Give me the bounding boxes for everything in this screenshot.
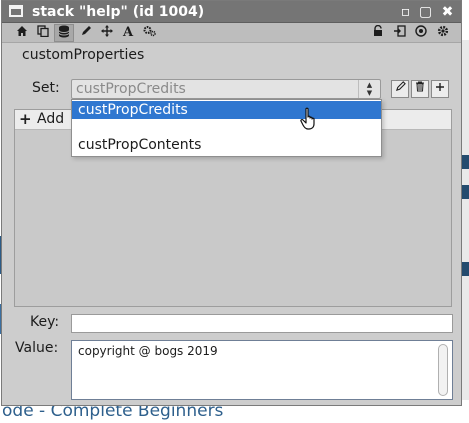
- add-icon: [436, 83, 444, 91]
- section-title: customProperties: [22, 47, 145, 63]
- pencil-icon[interactable]: [76, 24, 96, 42]
- inspector-window: stack "help" (id 1004) ▫ ▢ ✖ A customPro…: [1, 0, 462, 406]
- property-set-select[interactable]: custPropCredits ▲ ▼: [71, 79, 381, 99]
- import-icon[interactable]: [390, 24, 410, 42]
- lock-icon[interactable]: [368, 24, 388, 42]
- gears-icon[interactable]: [139, 24, 159, 42]
- value-text: copyright @ bogs 2019: [78, 344, 218, 358]
- background-scroll-strip: [462, 40, 469, 400]
- hand-cursor-icon: [300, 107, 315, 130]
- edit-icon: [395, 81, 406, 92]
- property-set-value: custPropCredits: [76, 81, 186, 97]
- background-mark: [462, 262, 469, 276]
- set-label: Set:: [32, 80, 60, 96]
- value-scrollbar[interactable]: [438, 344, 448, 396]
- plus-icon: +: [19, 110, 32, 128]
- window-icon: [9, 5, 23, 17]
- delete-set-button[interactable]: [411, 80, 429, 98]
- gear-icon[interactable]: [433, 24, 453, 42]
- database-icon[interactable]: [54, 24, 74, 42]
- target-icon[interactable]: [411, 24, 431, 42]
- key-field[interactable]: [71, 314, 453, 333]
- copy-icon[interactable]: [33, 24, 53, 42]
- maximize-icon[interactable]: ▢: [417, 4, 434, 21]
- dropdown-option-credits[interactable]: custPropCredits: [72, 101, 381, 119]
- add-set-button[interactable]: [431, 80, 449, 98]
- text-icon[interactable]: A: [118, 24, 138, 42]
- close-icon[interactable]: ✖: [439, 4, 456, 21]
- trash-icon: [416, 81, 424, 92]
- dropdown-option-contents[interactable]: custPropContents: [72, 136, 381, 154]
- updown-arrows-icon: ▲ ▼: [358, 80, 380, 98]
- background-mark: [462, 155, 469, 169]
- value-label: Value:: [15, 340, 59, 356]
- add-property-label: Add: [37, 111, 65, 127]
- title-bar[interactable]: stack "help" (id 1004) ▫ ▢ ✖: [2, 1, 461, 23]
- key-label: Key:: [30, 314, 60, 330]
- move-icon[interactable]: [97, 24, 117, 42]
- property-set-dropdown: custPropCredits custPropContents: [71, 99, 382, 157]
- window-title: stack "help" (id 1004): [32, 4, 205, 20]
- edit-set-button[interactable]: [391, 80, 409, 98]
- restore-icon[interactable]: ▫: [397, 4, 414, 21]
- inspector-toolbar: A: [2, 23, 461, 43]
- value-field[interactable]: copyright @ bogs 2019: [71, 340, 453, 400]
- background-mark: [462, 185, 469, 199]
- home-icon[interactable]: [12, 24, 32, 42]
